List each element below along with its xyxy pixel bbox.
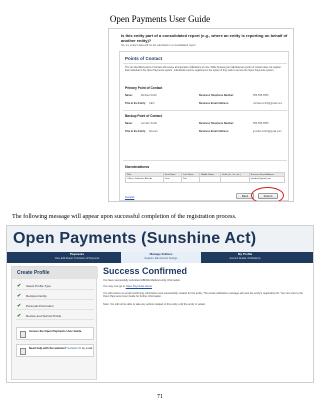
field-label: Title at the Entity: — [125, 102, 146, 105]
document-title: Open Payments User Guide — [109, 14, 211, 24]
contact-row: Title at the Entity: Director Business E… — [125, 130, 285, 134]
contact-suffix: by email — [81, 346, 93, 350]
user-guide-link-box[interactable]: Access the Open Payments User Guide — [16, 327, 94, 340]
nav-tab-sublabel: View, Edit Report, Provisions of Payment… — [54, 256, 100, 260]
field-value: Jennifer Smith — [141, 122, 157, 125]
checkmark-icon: ✔ — [17, 283, 22, 289]
points-of-contact-card: Points of Contact The two identified poi… — [119, 51, 289, 201]
backup-contact-heading: Backup Point of Contact — [125, 114, 163, 118]
field-label: Business Email Address: — [199, 102, 229, 105]
field-label: Business Email Address: — [199, 130, 229, 133]
step-label: Recipient Entity — [26, 294, 47, 298]
email-confirmation-text: You will receive an email confirming sub… — [103, 292, 303, 299]
contact-question: Need help with the website? — [29, 346, 67, 350]
nav-tab-payments[interactable]: Payments View, Edit Report, Provisions o… — [37, 252, 117, 263]
app-header: Open Payments (Sunshine Act) — [7, 226, 313, 252]
table-row: Officer, Submitter, Attester Jane Doe ja… — [125, 176, 286, 183]
registration-review-screenshot: Is this entity part of a consolidated re… — [108, 28, 294, 202]
main-nav: Payments View, Edit Report, Provisions o… — [7, 252, 313, 263]
cancel-link[interactable]: Cancel — [125, 195, 134, 199]
consolidated-report-answer: No, my entity's data will not be submitt… — [121, 44, 196, 47]
checkmark-icon: ✔ — [17, 293, 22, 299]
nav-tab-manage-entities[interactable]: Manage Entities Register, Edit Account S… — [121, 252, 201, 263]
success-message: You have successfully submitted ABCDE Me… — [103, 279, 181, 282]
step-label: Select Profile Type — [26, 284, 51, 288]
primary-contact-heading: Primary Point of Contact — [125, 86, 163, 90]
contact-row: Name: Michael Smith Business Telephone N… — [125, 94, 285, 98]
figure-caption: The following message will appear upon s… — [12, 213, 237, 220]
field-value: Director — [149, 130, 158, 133]
nav-tab-my-profile[interactable]: My Profile Account Details, Notification… — [205, 252, 285, 263]
sidebar-step[interactable]: ✔ Review and Submit Profile — [16, 312, 94, 320]
checkmark-icon: ✔ — [17, 303, 22, 309]
contact-help-box: Need help with the website? Contact Us b… — [16, 344, 94, 357]
app-title: Open Payments (Sunshine Act) — [13, 230, 257, 247]
checkmark-icon: ✔ — [17, 313, 22, 319]
field-value: 555-555-5555 — [253, 94, 269, 97]
field-label: Business Telephone Number: — [199, 94, 235, 97]
vetting-note: Note: You will not be able to take any a… — [103, 303, 206, 306]
points-of-contact-intro: The two identified points of contact wil… — [125, 66, 281, 73]
table-cell — [199, 176, 222, 183]
success-confirmed-screenshot: Open Payments (Sunshine Act) Payments Vi… — [6, 225, 314, 383]
table-cell — [220, 176, 250, 183]
contact-us-link[interactable]: Contact Us — [67, 346, 81, 350]
field-value: michael.smith@gmail.com — [253, 102, 283, 105]
page-number: 71 — [157, 394, 163, 400]
field-value: Michael Smith — [141, 94, 157, 97]
submit-highlight-circle — [251, 187, 284, 201]
sidebar-step[interactable]: ✔ Recipient Entity — [16, 292, 94, 300]
table-cell: Jane — [162, 176, 183, 183]
field-label: Title at the Entity: — [125, 130, 146, 133]
contact-row: Title at the Entity: CEO Business Email … — [125, 102, 285, 106]
nominations-heading: Nominations — [125, 164, 150, 169]
sidebar-step[interactable]: ✔ Personal Information — [16, 302, 94, 310]
sidebar-step[interactable]: ✔ Select Profile Type — [16, 282, 94, 290]
points-of-contact-heading: Points of Contact — [125, 56, 163, 61]
consolidated-report-question: Is this entity part of a consolidated re… — [121, 33, 288, 43]
field-label: Name: — [125, 122, 133, 125]
field-value: 555-555-5555 — [253, 122, 269, 125]
contact-help-text: Need help with the website? Contact Us b… — [29, 346, 93, 351]
home-link-line: You may now go to Open Payments Home — [103, 285, 307, 288]
user-guide-link[interactable]: Access the Open Payments User Guide — [29, 329, 93, 334]
success-heading: Success Confirmed — [103, 266, 188, 276]
field-label: Name: — [125, 94, 133, 97]
divider — [123, 160, 287, 161]
contact-row: Name: Jennifer Smith Business Telephone … — [125, 122, 285, 126]
divider — [123, 110, 287, 111]
sidebar-title: Create Profile — [12, 267, 98, 279]
home-link-prefix: You may now go to — [103, 285, 125, 288]
table-cell: Officer, Submitter, Attester — [125, 176, 164, 183]
table-cell: Doe — [180, 176, 201, 183]
nominations-table: Role First Name Last Name Middle Name Su… — [125, 172, 286, 183]
step-label: Review and Submit Profile — [26, 314, 62, 318]
field-value: jennifer.smith@gmail.com — [253, 130, 282, 133]
field-label: Business Telephone Number: — [199, 122, 235, 125]
field-value: CEO — [149, 102, 155, 105]
create-profile-sidebar: Create Profile ✔ Select Profile Type ✔ R… — [11, 266, 98, 380]
help-icon — [20, 348, 26, 355]
success-panel: Success Confirmed You have successfully … — [103, 266, 309, 380]
open-payments-home-link[interactable]: Open Payments Home — [126, 285, 152, 288]
nav-tab-sublabel: Register, Edit Account Settings — [144, 256, 178, 260]
table-cell: janedoe@gmail.com — [248, 176, 286, 183]
step-label: Personal Information — [26, 304, 54, 308]
document-icon — [20, 331, 26, 338]
divider — [123, 63, 287, 64]
nav-tab-sublabel: Account Details, Notifications — [229, 256, 261, 260]
